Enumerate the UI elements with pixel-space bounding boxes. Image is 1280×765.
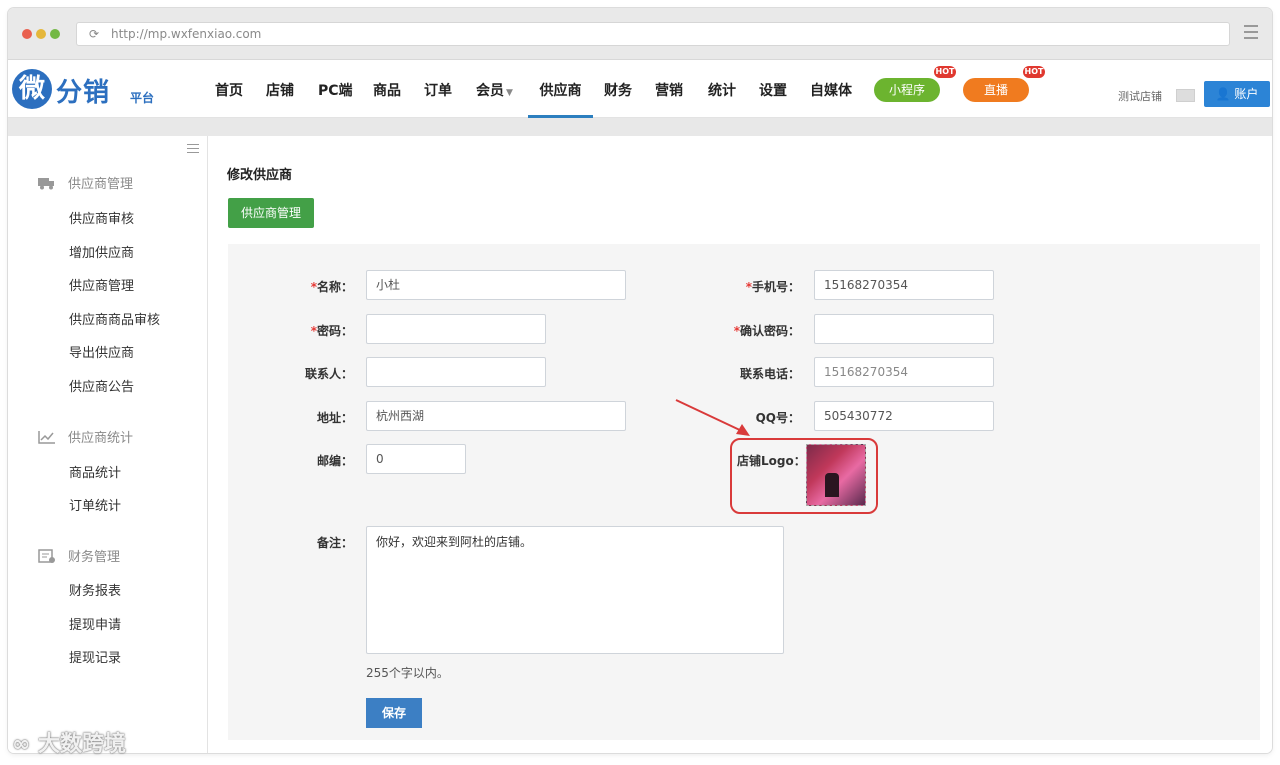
minimize-window-dot[interactable] (36, 29, 46, 39)
sidebar-item-order-stats[interactable]: 订单统计 (69, 495, 121, 514)
sidebar-collapse-icon[interactable] (187, 144, 199, 156)
sidebar-item-manage-supplier[interactable]: 供应商管理 (69, 275, 134, 294)
main-content: 修改供应商 供应商管理 *名称： 小杜 *手机号： 15168270354 *密… (209, 136, 1272, 753)
chevron-down-icon: ▼ (506, 88, 513, 98)
nav-home[interactable]: 首页 (215, 80, 243, 118)
form-panel: *名称： 小杜 *手机号： 15168270354 *密码： *确认密码： 联系… (228, 244, 1260, 740)
chart-icon (38, 431, 55, 444)
truck-icon (38, 178, 54, 190)
nav-suppliers[interactable]: 供应商 (528, 80, 593, 118)
top-navbar: 微 分销 平台 首页 店铺 PC端 商品 订单 会员 ▼ 供应商 财务 营销 统计… (8, 60, 1272, 118)
reload-icon[interactable]: ⟳ (89, 27, 99, 41)
page-title: 修改供应商 (227, 168, 293, 183)
top-strip (8, 118, 1272, 136)
phone-label: *手机号： (745, 280, 800, 294)
sidebar-item-add-supplier[interactable]: 增加供应商 (69, 242, 134, 261)
nav-orders[interactable]: 订单 (424, 80, 452, 118)
hot-badge: HOT (1023, 66, 1045, 78)
phone-input[interactable]: 15168270354 (814, 270, 994, 300)
store-logo-image[interactable] (806, 444, 866, 506)
sidebar-section-finance[interactable]: 财务管理 (38, 546, 120, 565)
qq-input[interactable]: 505430772 (814, 401, 994, 431)
password-input[interactable] (366, 314, 546, 344)
user-icon: 👤 (1215, 87, 1235, 101)
nav-self-media[interactable]: 自媒体 (810, 80, 852, 118)
tel-input[interactable]: 15168270354 (814, 357, 994, 387)
remark-textarea[interactable]: 你好，欢迎来到阿杜的店铺。 (366, 526, 784, 654)
remark-hint: 255个字以内。 (366, 666, 449, 680)
annotation-arrow-icon (675, 399, 750, 436)
sidebar-item-announcement[interactable]: 供应商公告 (69, 376, 134, 395)
sidebar-item-export-supplier[interactable]: 导出供应商 (69, 342, 134, 361)
tel-label: 联系电话： (739, 367, 800, 381)
mini-program-button[interactable]: 小程序 (874, 78, 940, 102)
watermark-logo-icon: ∞ (12, 732, 31, 757)
confirm-password-label: *确认密码： (733, 324, 800, 338)
name-input[interactable]: 小杜 (366, 270, 626, 300)
sidebar-item-supplier-review[interactable]: 供应商审核 (69, 208, 134, 227)
browser-menu-icon[interactable] (1244, 25, 1258, 43)
nav-marketing[interactable]: 营销 (655, 80, 683, 118)
sidebar-item-product-stats[interactable]: 商品统计 (69, 462, 121, 481)
mail-icon[interactable] (1176, 89, 1195, 102)
account-button[interactable]: 👤 账户 (1204, 81, 1270, 107)
contact-label: 联系人： (304, 367, 353, 381)
url-text: http://mp.wxfenxiao.com (111, 27, 262, 41)
address-input[interactable]: 杭州西湖 (366, 401, 626, 431)
remark-label: 备注： (316, 536, 353, 550)
browser-window: ⟳ http://mp.wxfenxiao.com 微 分销 平台 首页 店铺 … (8, 8, 1272, 753)
sidebar-item-finance-report[interactable]: 财务报表 (69, 580, 121, 599)
sidebar-item-withdraw-records[interactable]: 提现记录 (69, 647, 121, 666)
nav-stats[interactable]: 统计 (708, 80, 736, 118)
save-button[interactable]: 保存 (366, 698, 422, 728)
browser-chrome: ⟳ http://mp.wxfenxiao.com (8, 8, 1272, 60)
sidebar-section-supplier-management[interactable]: 供应商管理 (38, 173, 133, 192)
maximize-window-dot[interactable] (50, 29, 60, 39)
nav-members[interactable]: 会员 ▼ (476, 80, 513, 118)
hot-badge: HOT (934, 66, 956, 78)
supplier-management-button[interactable]: 供应商管理 (228, 198, 314, 228)
address-bar[interactable]: ⟳ http://mp.wxfenxiao.com (76, 22, 1230, 46)
address-label: 地址： (316, 411, 353, 425)
store-logo-highlight: 店铺Logo： (730, 438, 878, 514)
logo-label: 店铺Logo： (737, 454, 806, 468)
nav-settings[interactable]: 设置 (759, 80, 787, 118)
close-window-dot[interactable] (22, 29, 32, 39)
nav-products[interactable]: 商品 (373, 80, 401, 118)
password-label: *密码： (310, 324, 353, 338)
nav-pc[interactable]: PC端 (318, 80, 353, 118)
name-label: *名称： (310, 280, 353, 294)
nav-finance[interactable]: 财务 (604, 80, 632, 118)
sidebar-item-product-review[interactable]: 供应商商品审核 (69, 309, 160, 328)
live-button[interactable]: 直播 (963, 78, 1029, 102)
brand-logo[interactable]: 微 分销 平台 (12, 69, 162, 109)
finance-icon (38, 549, 55, 563)
sidebar-item-withdraw-request[interactable]: 提现申请 (69, 614, 121, 633)
sidebar-section-supplier-stats[interactable]: 供应商统计 (38, 427, 133, 446)
contact-input[interactable] (366, 357, 546, 387)
watermark: ∞ 大数跨境 (12, 732, 127, 757)
zip-label: 邮编： (316, 454, 353, 468)
store-name[interactable]: 测试店铺 (1118, 88, 1162, 104)
confirm-password-input[interactable] (814, 314, 994, 344)
nav-store[interactable]: 店铺 (266, 80, 294, 118)
zip-input[interactable]: 0 (366, 444, 466, 474)
sidebar: 供应商管理 供应商审核 增加供应商 供应商管理 供应商商品审核 导出供应商 供应… (8, 136, 208, 753)
